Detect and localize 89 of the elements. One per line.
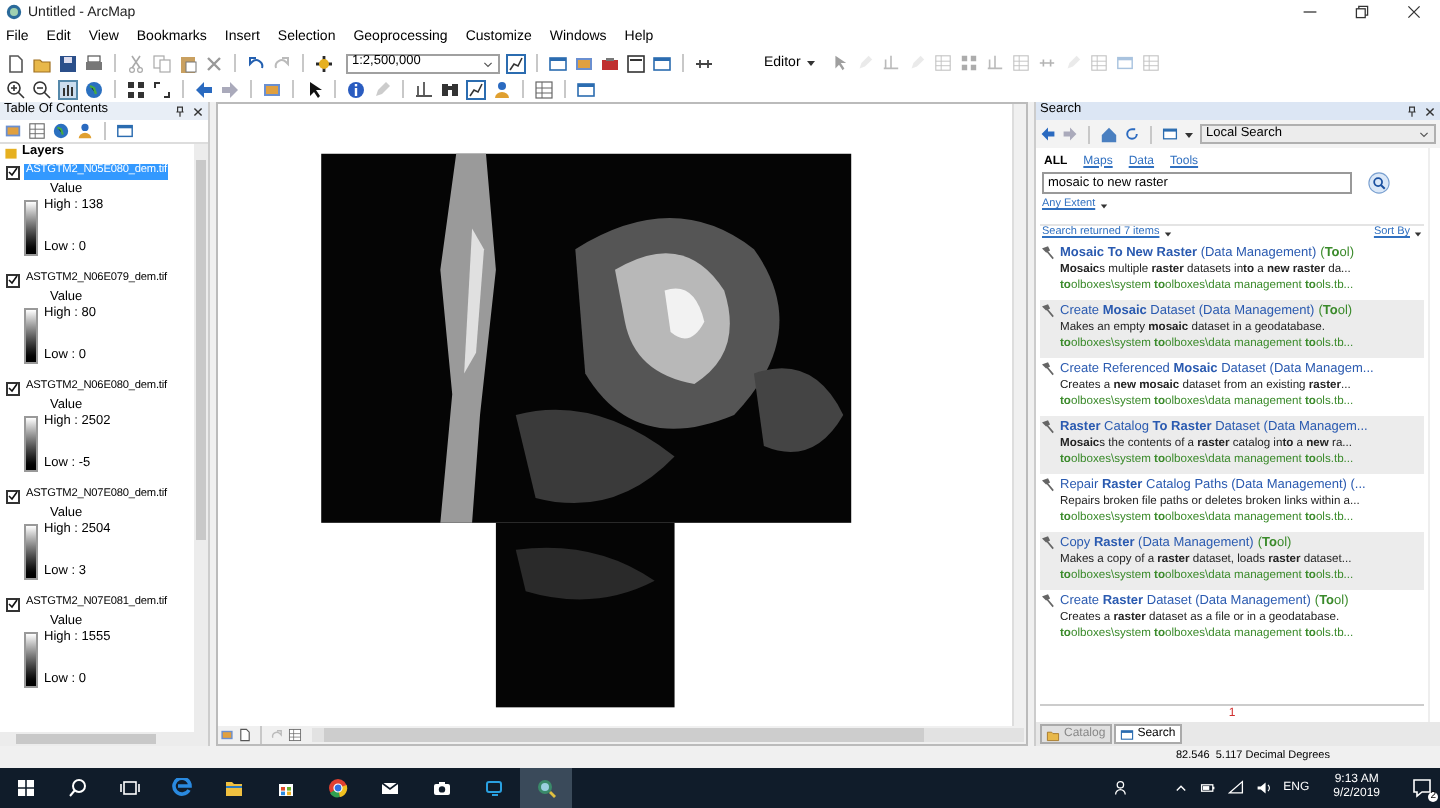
hammer-icon <box>1042 304 1056 318</box>
refresh-icon[interactable] <box>1124 126 1140 142</box>
zoom-in-icon[interactable] <box>6 79 26 99</box>
color-ramp <box>24 307 38 363</box>
binoculars-icon[interactable] <box>440 79 460 99</box>
pointer-icon[interactable] <box>304 79 324 99</box>
notification-icon[interactable] <box>1412 778 1432 798</box>
hammer-icon <box>1042 246 1056 260</box>
restore-icon[interactable] <box>1354 4 1370 20</box>
dropdown-arrow-icon[interactable] <box>806 58 817 68</box>
back-arrow-icon[interactable] <box>1040 126 1056 142</box>
close-icon[interactable] <box>192 105 204 117</box>
home-icon[interactable] <box>1100 125 1118 143</box>
globe-icon[interactable] <box>84 79 104 99</box>
color-ramp <box>24 523 38 579</box>
layers-icon[interactable] <box>262 79 282 99</box>
person-icon[interactable] <box>492 79 512 99</box>
globe-icon[interactable] <box>52 122 70 140</box>
hammer-icon <box>1042 478 1056 492</box>
layers-folder-icon <box>4 146 18 160</box>
layer-checkbox[interactable] <box>6 381 20 395</box>
windows-logo-icon[interactable] <box>16 778 36 798</box>
hammer-icon <box>1042 594 1056 608</box>
zoom-out-icon[interactable] <box>32 79 52 99</box>
toolbox-icon[interactable] <box>600 53 620 73</box>
close-icon[interactable] <box>1406 4 1422 20</box>
back-arrow-icon[interactable] <box>194 79 214 99</box>
shopping-bag-icon[interactable] <box>276 778 296 798</box>
horizontal-scrollbar[interactable] <box>312 728 1024 742</box>
table-icon[interactable] <box>534 79 554 99</box>
printer-icon[interactable] <box>84 53 104 73</box>
dropdown-arrow-icon[interactable] <box>1163 230 1172 238</box>
people-icon[interactable] <box>1113 780 1130 796</box>
color-ramp <box>24 631 38 687</box>
layers-icon[interactable] <box>4 122 22 140</box>
color-ramp <box>24 199 38 255</box>
dropdown-arrow-icon[interactable] <box>1099 201 1108 209</box>
person-icon[interactable] <box>76 122 94 140</box>
color-ramp <box>24 415 38 471</box>
chart-icon[interactable] <box>506 53 526 73</box>
battery-icon[interactable] <box>1199 780 1216 796</box>
window-icon[interactable] <box>116 122 134 140</box>
layer-checkbox[interactable] <box>6 273 20 287</box>
info-icon[interactable] <box>346 79 366 99</box>
camera-icon[interactable] <box>432 778 452 798</box>
clipboard-icon[interactable] <box>178 53 198 73</box>
pin-icon[interactable] <box>1406 105 1418 117</box>
chart-icon[interactable] <box>466 79 486 99</box>
dropdown-arrow-icon[interactable] <box>1414 230 1422 238</box>
folder-icon <box>1046 727 1060 741</box>
four-arrows-icon[interactable] <box>126 79 146 99</box>
app-logo-icon <box>6 4 22 20</box>
wifi-icon[interactable] <box>1227 780 1244 796</box>
horizontal-scrollbar[interactable] <box>0 732 208 746</box>
hammer-icon <box>1042 420 1056 434</box>
window-icon[interactable] <box>548 53 568 73</box>
monitor-icon[interactable] <box>484 778 504 798</box>
table-icon[interactable] <box>288 728 302 742</box>
table-icon[interactable] <box>28 122 46 140</box>
search-icon[interactable] <box>1368 172 1390 194</box>
layers-icon[interactable] <box>574 53 594 73</box>
delete-icon[interactable] <box>204 53 224 73</box>
globe-magnifier-icon[interactable] <box>536 778 556 798</box>
hammer-icon <box>1042 362 1056 376</box>
window-icon[interactable] <box>1162 126 1178 142</box>
layer-checkbox[interactable] <box>6 165 20 179</box>
pin-icon[interactable] <box>174 105 186 117</box>
chevron-down-icon <box>482 57 494 69</box>
measure-icon[interactable] <box>414 79 434 99</box>
speaker-icon[interactable] <box>1255 780 1272 796</box>
browser-icon[interactable] <box>328 778 348 798</box>
close-icon[interactable] <box>1424 105 1436 117</box>
chevron-up-icon[interactable] <box>1173 781 1188 795</box>
undo-icon[interactable] <box>246 53 266 73</box>
chevron-down-icon <box>1418 128 1430 140</box>
window-icon[interactable] <box>576 79 596 99</box>
layer-checkbox[interactable] <box>6 597 20 611</box>
envelope-icon[interactable] <box>380 778 400 798</box>
layer-checkbox[interactable] <box>6 489 20 503</box>
dropdown-arrow-icon[interactable] <box>1184 129 1194 139</box>
folder-icon[interactable] <box>224 778 244 798</box>
hammer-icon <box>1042 536 1056 550</box>
add-data-icon[interactable] <box>314 53 334 73</box>
document-icon[interactable] <box>238 728 252 742</box>
expand-icon[interactable] <box>152 79 172 99</box>
task-view-icon[interactable] <box>120 778 140 798</box>
window-icon <box>1119 727 1134 741</box>
search-icon[interactable] <box>68 778 88 798</box>
window-icon[interactable] <box>652 53 672 73</box>
